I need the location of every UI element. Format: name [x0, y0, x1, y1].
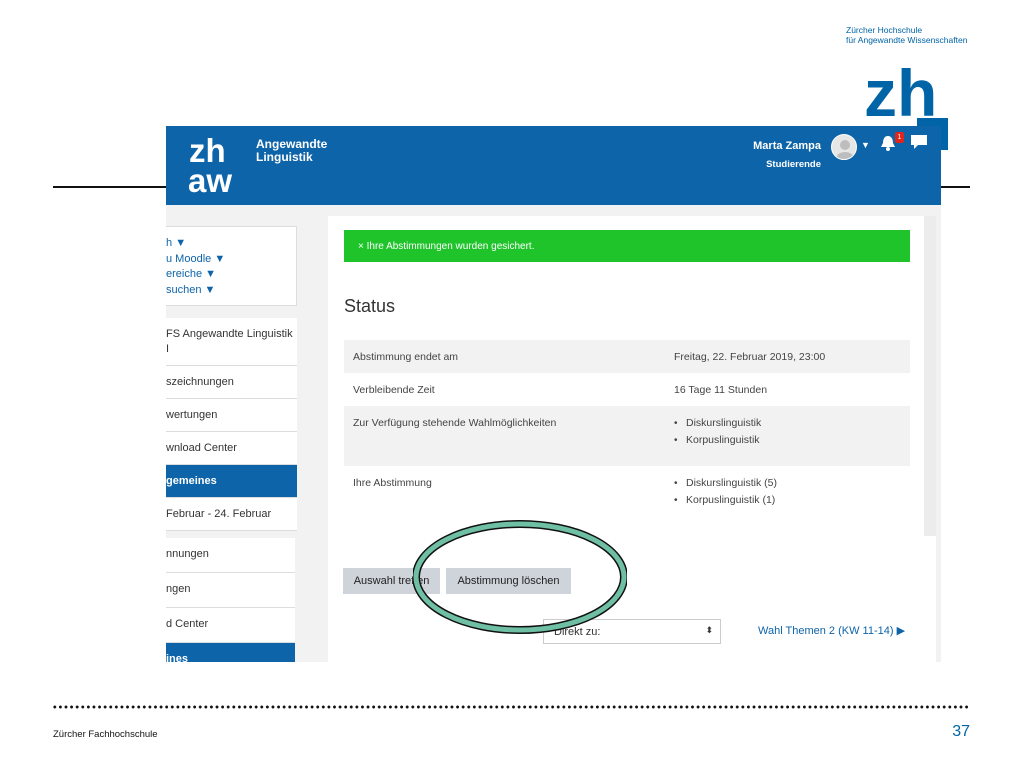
row-label: Zur Verfügung stehende Wahlmöglichkeiten — [353, 417, 557, 429]
course-nav-item[interactable]: FS Angewandte Linguistik I — [166, 318, 297, 366]
next-activity-link[interactable]: Wahl Themen 2 (KW 11-14) ▶ — [758, 624, 905, 637]
slide-divider-right — [941, 186, 970, 188]
nav-item[interactable]: suchen ▼ — [166, 284, 215, 296]
success-alert[interactable]: × Ihre Abstimmungen wurden gesichert. — [344, 230, 910, 262]
user-name[interactable]: Marta Zampa — [753, 140, 821, 152]
row-value: 16 Tage 11 Stunden — [674, 384, 768, 396]
site-nav-block: h ▼ u Moodle ▼ ereiche ▼ suchen ▼ — [166, 226, 297, 306]
row-value-list: Diskurslinguistik Korpuslinguistik — [674, 417, 761, 451]
avatar[interactable] — [831, 134, 857, 160]
nav-item[interactable]: ereiche ▼ — [166, 268, 216, 280]
course-nav-item[interactable]: nnungen — [166, 538, 295, 573]
course-nav-item-active[interactable]: ines — [166, 643, 295, 662]
course-nav-item[interactable]: ngen — [166, 573, 295, 608]
list-item: Korpuslinguistik — [674, 434, 761, 446]
svg-text:aw: aw — [188, 162, 232, 197]
list-item: Diskurslinguistik — [674, 417, 761, 429]
highlight-ring — [413, 520, 627, 634]
chevron-down-icon[interactable]: ▼ — [861, 140, 870, 150]
user-avatar-icon — [836, 140, 854, 159]
row-label: Verbleibende Zeit — [353, 384, 435, 396]
course-nav-item-active[interactable]: gemeines — [166, 465, 297, 498]
slide-footer: Zürcher Fachhochschule — [53, 729, 158, 740]
nav-item[interactable]: h ▼ — [166, 237, 186, 249]
list-item: Diskurslinguistik (5) — [674, 477, 777, 489]
course-nav-item[interactable]: Februar - 24. Februar — [166, 498, 297, 531]
course-nav-item[interactable]: d Center — [166, 608, 295, 643]
row-label: Abstimmung endet am — [353, 351, 459, 363]
status-row: Ihre Abstimmung Diskurslinguistik (5) Ko… — [344, 466, 910, 525]
course-nav: FS Angewandte Linguistik I szeichnungen … — [166, 318, 297, 531]
site-name[interactable]: Angewandte Linguistik — [256, 138, 376, 164]
course-nav-item[interactable]: wnload Center — [166, 432, 297, 465]
page-title: Status — [344, 296, 396, 316]
status-row: Verbleibende Zeit 16 Tage 11 Stunden — [344, 373, 910, 406]
list-item: Korpuslinguistik (1) — [674, 494, 777, 506]
page-number: 37 — [952, 723, 970, 740]
header-bar: zh aw Angewandte Linguistik Marta Zampa … — [166, 126, 941, 205]
status-row: Zur Verfügung stehende Wahlmöglichkeiten… — [344, 406, 910, 466]
select-arrow-icon: ⬍ — [705, 625, 713, 635]
course-nav-item[interactable]: szeichnungen — [166, 366, 297, 399]
chat-icon[interactable] — [909, 132, 929, 152]
user-role: Studierende — [766, 159, 821, 170]
course-nav-item[interactable]: wertungen — [166, 399, 297, 432]
scrollbar[interactable] — [924, 216, 936, 536]
row-value: Freitag, 22. Februar 2019, 23:00 — [674, 351, 826, 363]
university-name: Zürcher Hochschule für Angewandte Wissen… — [846, 25, 968, 45]
dotted-rule — [52, 705, 970, 709]
slide-divider-left — [53, 186, 166, 188]
row-label: Ihre Abstimmung — [353, 477, 432, 489]
notification-badge: 1 — [895, 132, 904, 143]
row-value-list: Diskurslinguistik (5) Korpuslinguistik (… — [674, 477, 777, 511]
status-row: Abstimmung endet am Freitag, 22. Februar… — [344, 340, 910, 373]
nav-item[interactable]: u Moodle ▼ — [166, 253, 225, 265]
course-nav-lower: nnungen ngen d Center ines — [166, 538, 295, 662]
brand-logo-icon[interactable]: zh aw — [188, 133, 248, 197]
